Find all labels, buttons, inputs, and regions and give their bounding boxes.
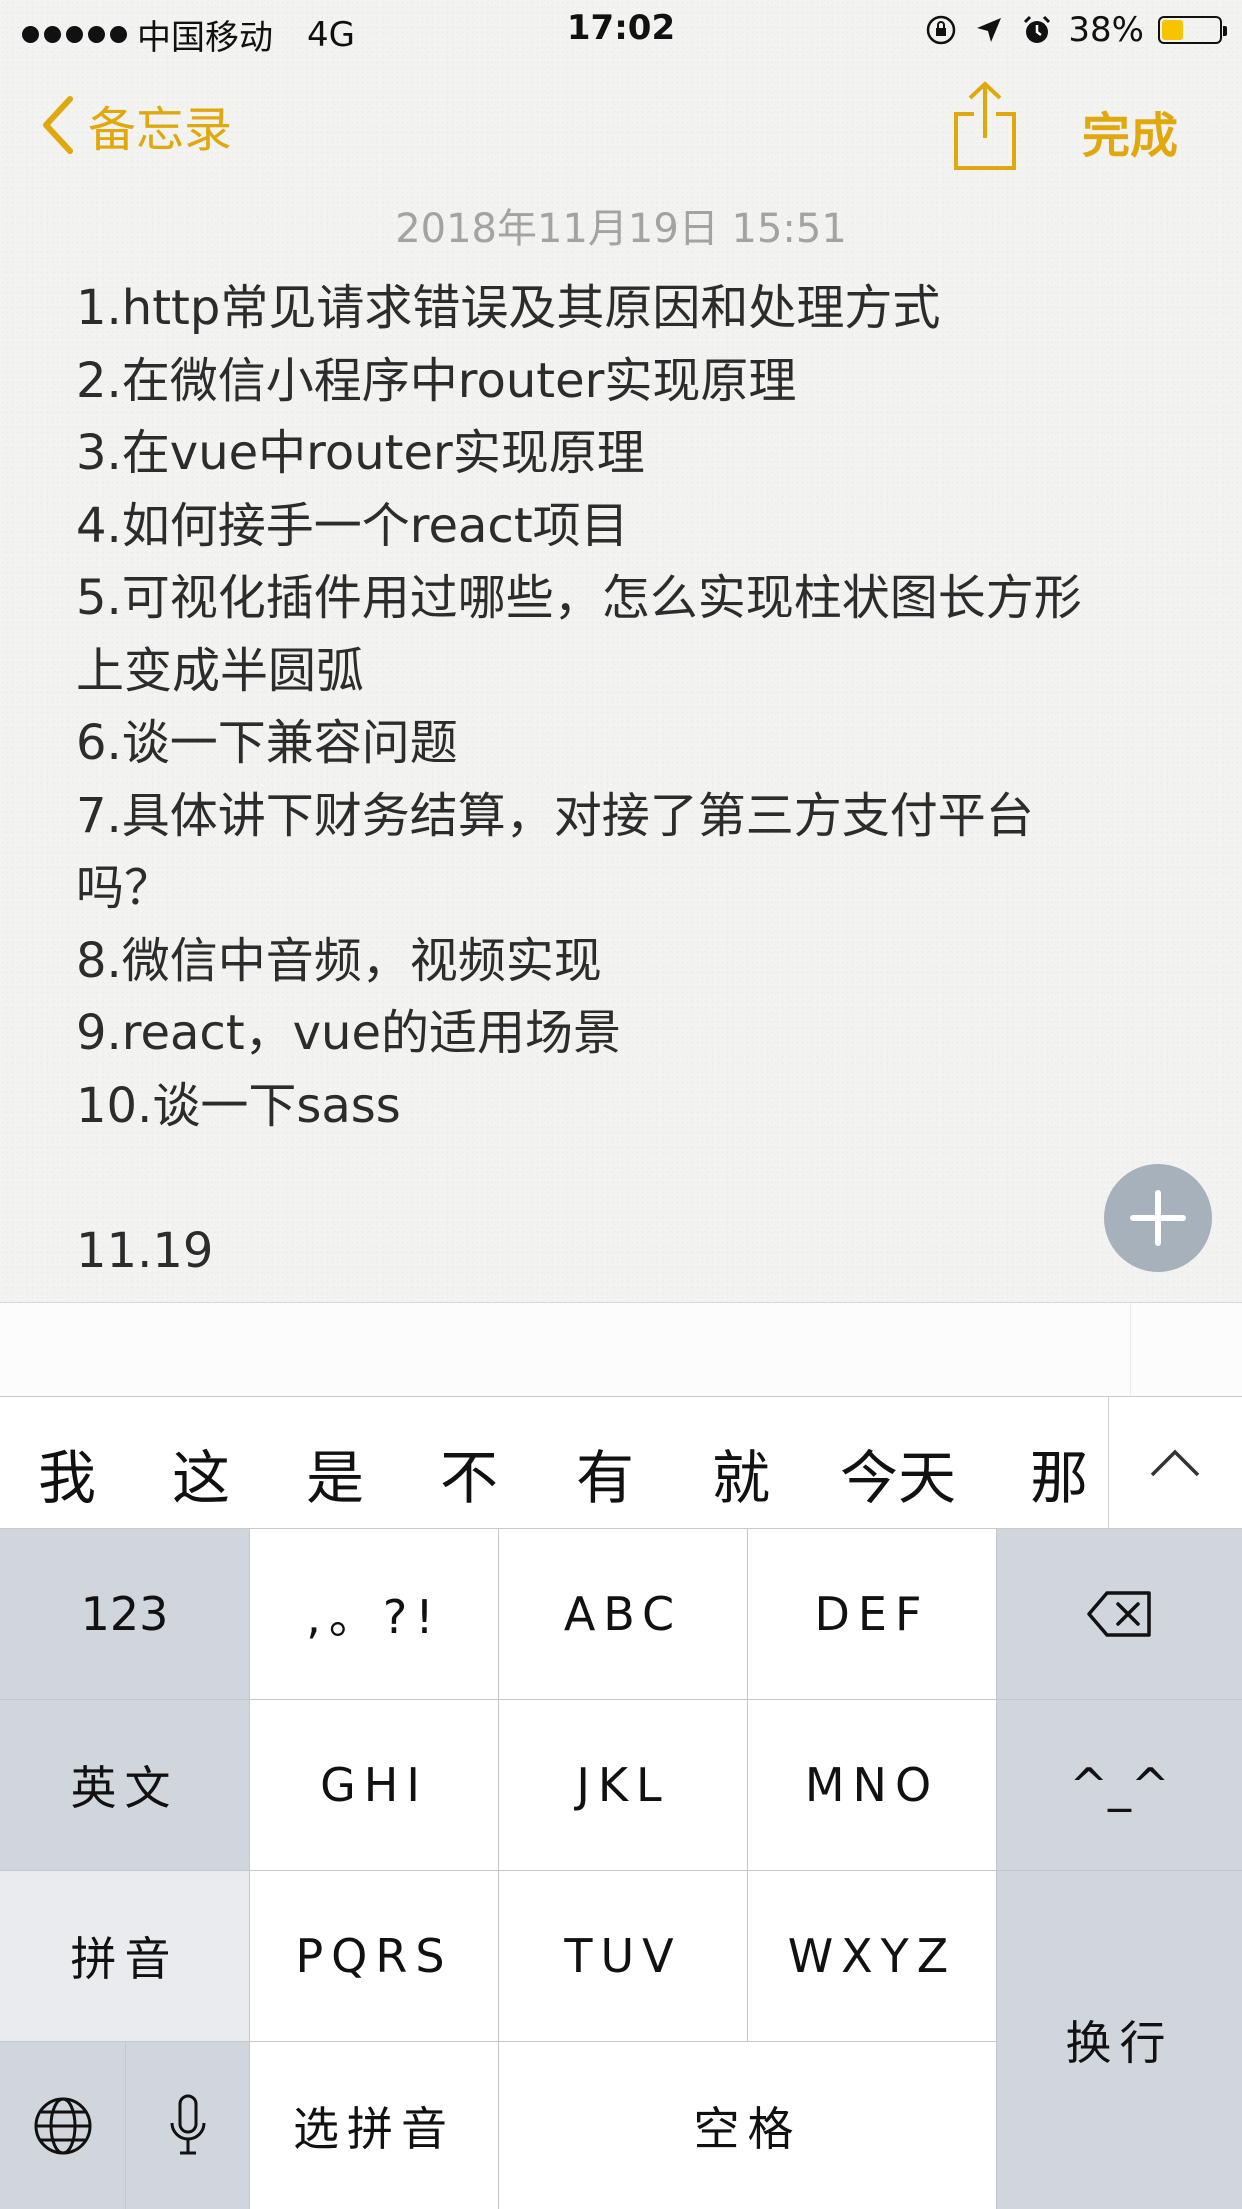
- globe-key[interactable]: [0, 2042, 126, 2209]
- rotation-lock-icon: [924, 13, 958, 47]
- note-line: 5.可视化插件用过哪些，怎么实现柱状图长方形: [76, 570, 1082, 626]
- chevron-up-icon: [1150, 1449, 1200, 1477]
- note-line: 10.谈一下sass: [76, 1077, 401, 1134]
- note-line: 9.react，vue的适用场景: [76, 1005, 621, 1061]
- share-button[interactable]: [950, 80, 1020, 176]
- microphone-icon: [170, 2094, 205, 2154]
- key-pinyin[interactable]: 拼音: [0, 1871, 250, 2042]
- back-button[interactable]: 备忘录: [40, 90, 232, 160]
- battery-level-fill: [1162, 20, 1183, 40]
- key-abc[interactable]: ABC: [499, 1529, 748, 1700]
- key-tuv[interactable]: TUV: [499, 1871, 748, 2042]
- candidate-word[interactable]: 我: [38, 1431, 96, 1515]
- location-arrow-icon: [972, 13, 1006, 47]
- candidate-word[interactable]: 今天: [840, 1431, 956, 1515]
- key-jkl[interactable]: JKL: [499, 1700, 748, 1871]
- note-line: 上变成半圆弧: [76, 642, 365, 699]
- key-ghi[interactable]: GHI: [250, 1700, 499, 1871]
- note-line: 7.具体讲下财务结算，对接了第三方支付平台: [76, 787, 1034, 844]
- candidate-word[interactable]: 有: [576, 1431, 634, 1515]
- return-key[interactable]: 换行: [997, 1871, 1242, 2209]
- note-line: 4.如何接手一个react项目: [76, 497, 629, 554]
- space-key[interactable]: 空格: [499, 2042, 997, 2209]
- note-line: 3.在vue中router实现原理: [76, 425, 645, 481]
- note-line: 8.微信中音频，视频实现: [76, 932, 602, 989]
- note-line-blank: [76, 1142, 1186, 1215]
- done-button[interactable]: 完成: [1082, 96, 1178, 166]
- globe-icon: [34, 2097, 91, 2154]
- note-line: 吗？: [76, 860, 173, 916]
- dictation-key[interactable]: [126, 2042, 250, 2209]
- status-right: 38%: [924, 10, 1227, 50]
- input-accessory-bar: [0, 1302, 1242, 1397]
- status-bar: 中国移动 4G 17:02 38%: [0, 0, 1242, 62]
- accessory-divider: [1130, 1303, 1131, 1397]
- back-button-label: 备忘录: [88, 102, 233, 158]
- chevron-left-icon: [43, 96, 73, 154]
- keyboard: 123 ,。?! ABC DEF 英文 GHI JKL MNO ^_^ 拼音 P…: [0, 1528, 1242, 2209]
- candidate-word[interactable]: 就: [712, 1431, 770, 1515]
- note-line: 1.http常见请求错误及其原因和处理方式: [76, 280, 941, 336]
- candidate-word[interactable]: 是: [306, 1431, 364, 1515]
- candidate-word[interactable]: 不: [440, 1431, 498, 1515]
- key-english[interactable]: 英文: [0, 1700, 250, 1871]
- candidate-bar: 我 这 是 不 有 就 今天 那: [0, 1396, 1242, 1529]
- note-body-editor[interactable]: 1.http常见请求错误及其原因和处理方式 2.在微信小程序中router实现原…: [76, 272, 1186, 1287]
- key-wxyz[interactable]: WXYZ: [748, 1871, 997, 2042]
- key-select-pinyin[interactable]: 选拼音: [250, 2042, 499, 2209]
- key-emoticon[interactable]: ^_^: [997, 1700, 1242, 1871]
- note-line: 2.在微信小程序中router实现原理: [76, 352, 797, 409]
- alarm-clock-icon: [1020, 13, 1054, 47]
- share-icon: [954, 81, 1016, 170]
- expand-candidates-button[interactable]: [1108, 1397, 1242, 1529]
- key-123[interactable]: 123: [0, 1529, 250, 1700]
- key-def[interactable]: DEF: [748, 1529, 997, 1700]
- battery-percent: 38%: [1068, 10, 1144, 50]
- note-line: 6.谈一下兼容问题: [76, 715, 458, 771]
- note-line: 11.19: [76, 1222, 214, 1279]
- add-attachment-button[interactable]: [1104, 1164, 1212, 1272]
- note-date: 2018年11月19日 15:51: [395, 206, 847, 252]
- key-pqrs[interactable]: PQRS: [250, 1871, 499, 2042]
- key-punctuation[interactable]: ,。?!: [250, 1529, 499, 1700]
- battery-icon: [1158, 16, 1227, 44]
- navigation-bar: 备忘录 完成: [0, 62, 1242, 192]
- delete-key[interactable]: [997, 1529, 1242, 1700]
- candidate-word[interactable]: 这: [172, 1431, 230, 1515]
- candidate-word[interactable]: 那: [1030, 1431, 1088, 1515]
- backspace-icon: [1086, 1591, 1151, 1637]
- key-mno[interactable]: MNO: [748, 1700, 997, 1871]
